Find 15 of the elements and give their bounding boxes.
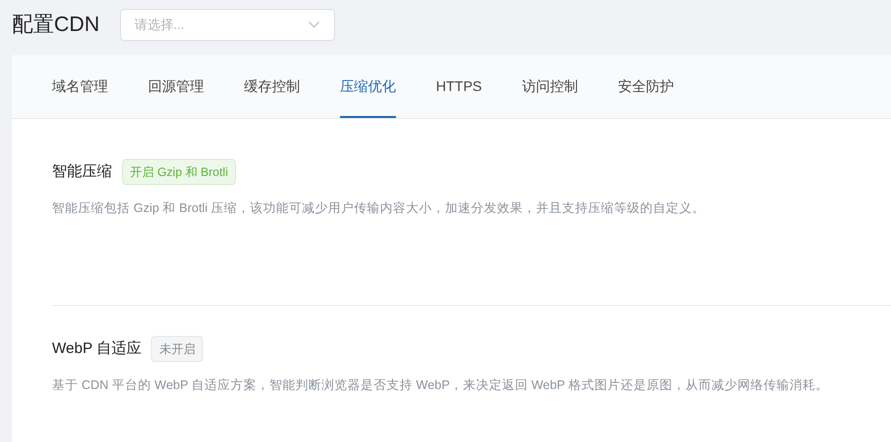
feature-title: WebP 自适应 bbox=[52, 338, 142, 359]
tab[interactable]: 域名管理 bbox=[52, 55, 108, 118]
chevron-down-icon bbox=[308, 21, 320, 29]
tab[interactable]: 访问控制 bbox=[522, 55, 578, 118]
tab[interactable]: 安全防护 bbox=[618, 55, 674, 118]
tab[interactable]: 缓存控制 bbox=[244, 55, 300, 118]
status-tag: 开启 Gzip 和 Brotli bbox=[122, 159, 236, 185]
feature-description: 智能压缩包括 Gzip 和 Brotli 压缩，该功能可减少用户传输内容大小，加速分发效果，并且支持压缩等级的自定义。 bbox=[52, 200, 706, 217]
feature-description: 基于 CDN 平台的 WebP 自适应方案，智能判断浏览器是否支持 WebP，来决定返回 WebP 格式图片还是原图，从而减少网络传输消耗。 bbox=[52, 377, 830, 394]
page-title: 配置CDN bbox=[12, 12, 100, 38]
tab[interactable]: 回源管理 bbox=[148, 55, 204, 118]
feature-title: 智能压缩 bbox=[52, 162, 112, 182]
tab[interactable]: 压缩优化 bbox=[340, 55, 396, 118]
tab[interactable]: HTTPS bbox=[436, 55, 482, 118]
status-tag: 未开启 bbox=[151, 336, 204, 362]
